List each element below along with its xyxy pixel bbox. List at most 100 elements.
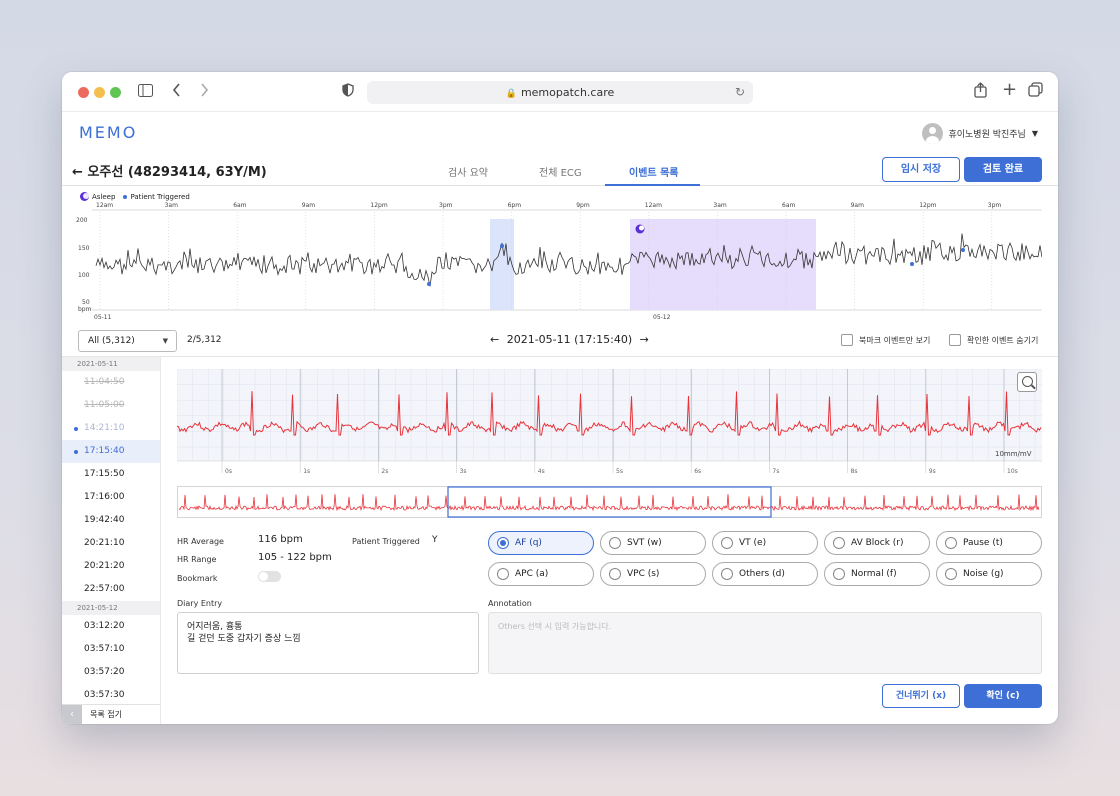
- list-item[interactable]: 19:42:40: [62, 509, 160, 532]
- option-others[interactable]: Others (d): [712, 562, 818, 586]
- radio-icon: [609, 537, 621, 549]
- hr-trend-chart[interactable]: Asleep Patient Triggered 12am 3am 6am 9am 12…: [76, 188, 1043, 324]
- list-item-time: 17:16:00: [84, 492, 125, 502]
- list-item[interactable]: 22:57:00: [62, 578, 160, 601]
- user-menu[interactable]: 휴이노병원 박진주님 ▼: [922, 122, 1038, 144]
- hide-confirmed-checkbox[interactable]: 확인한 이벤트 숨기기: [949, 334, 1038, 346]
- tab-summary[interactable]: 검사 요약: [448, 164, 488, 179]
- patient-triggered-marker[interactable]: [910, 262, 914, 266]
- new-tab-icon[interactable]: +: [1002, 80, 1017, 100]
- list-item[interactable]: 20:21:10: [62, 532, 160, 555]
- list-item[interactable]: 20:21:20: [62, 555, 160, 578]
- skip-button[interactable]: 건너뛰기 (x): [882, 684, 960, 708]
- back-arrow-icon[interactable]: ←: [72, 165, 83, 180]
- overview-plot[interactable]: [177, 486, 1042, 518]
- annotation-input[interactable]: Others 선택 시 입력 가능합니다.: [488, 612, 1042, 674]
- option-label: Normal (f): [851, 569, 897, 579]
- checkbox-box[interactable]: [949, 334, 961, 346]
- confirm-button[interactable]: 확인 (c): [964, 684, 1042, 708]
- ecg-time-label: 4s: [538, 468, 545, 475]
- save-temp-button[interactable]: 임시 저장: [882, 157, 960, 182]
- next-event-arrow-icon[interactable]: →: [640, 333, 649, 346]
- option-label: VT (e): [739, 538, 767, 548]
- patient-triggered-dot-icon: [123, 194, 128, 199]
- trend-time-label: 9am: [851, 202, 864, 209]
- browser-toolbar: 🔒 memopatch.care ↻ +: [62, 72, 1058, 112]
- option-apc[interactable]: APC (a): [488, 562, 594, 586]
- bookmark-only-label: 북마크 이벤트만 보기: [859, 335, 931, 345]
- trend-time-label: 12am: [96, 202, 113, 209]
- zoom-icon[interactable]: [1017, 372, 1037, 392]
- ecg-time-label: 10s: [1007, 468, 1018, 475]
- prev-event-arrow-icon[interactable]: ←: [490, 333, 499, 346]
- browser-window: 🔒 memopatch.care ↻ + MEMO 휴이노병원 박진주님 ▼ ← …: [62, 72, 1058, 724]
- patient-triggered-marker[interactable]: [427, 282, 431, 286]
- list-item-time: 17:15:40: [84, 446, 125, 456]
- collapse-list-button[interactable]: ‹ 목록 접기: [62, 704, 160, 724]
- tab-event-list[interactable]: 이벤트 목록: [629, 164, 678, 179]
- option-pause[interactable]: Pause (t): [936, 531, 1042, 555]
- radio-icon: [721, 568, 733, 580]
- close-window-button[interactable]: [78, 87, 89, 98]
- list-item[interactable]: 17:15:50: [62, 463, 160, 486]
- shield-icon[interactable]: [342, 82, 354, 102]
- list-item-time: 11:05:00: [84, 400, 125, 410]
- hr-range-label: HR Range: [177, 555, 217, 564]
- avatar: [922, 122, 944, 144]
- minimize-window-button[interactable]: [94, 87, 105, 98]
- option-av-block[interactable]: AV Block (r): [824, 531, 930, 555]
- list-item[interactable]: 03:12:20: [62, 615, 160, 638]
- bookmark-only-checkbox[interactable]: 북마크 이벤트만 보기: [841, 334, 930, 346]
- list-item-time: 03:12:20: [84, 621, 125, 631]
- reload-icon[interactable]: ↻: [735, 81, 745, 104]
- back-nav-icon[interactable]: [172, 82, 181, 102]
- patient-triggered-marker[interactable]: [961, 248, 965, 252]
- option-normal[interactable]: Normal (f): [824, 562, 930, 586]
- ecg-strip[interactable]: 0s 1s 2s 3s 4s 5s 6s 7s 8s 9s 10s: [176, 368, 1042, 477]
- y-unit: bpm: [78, 306, 92, 313]
- option-label: Others (d): [739, 569, 785, 579]
- event-datetime: 2021-05-11 (17:15:40): [506, 333, 633, 346]
- sidebar-toggle-icon[interactable]: [138, 82, 153, 102]
- list-item[interactable]: 11:05:00: [62, 394, 160, 417]
- list-item-time: 20:21:20: [84, 561, 125, 571]
- patient-title: 오주선 (48293414, 63Y/M): [87, 165, 267, 180]
- bookmark-toggle[interactable]: [258, 571, 281, 582]
- list-item[interactable]: 03:57:10: [62, 638, 160, 661]
- patient-triggered-marker[interactable]: [500, 244, 504, 248]
- option-vt[interactable]: VT (e): [712, 531, 818, 555]
- list-item[interactable]: 14:21:10: [62, 417, 160, 440]
- ecg-overview[interactable]: [177, 486, 1042, 518]
- y-label-100: 100: [78, 272, 90, 279]
- list-item[interactable]: 11:04:50: [62, 371, 160, 394]
- chevron-down-icon: ▼: [1031, 128, 1038, 138]
- maximize-window-button[interactable]: [110, 87, 121, 98]
- event-type-select[interactable]: All (5,312) ▼: [78, 330, 177, 352]
- list-item-active[interactable]: 17:15:40: [62, 440, 160, 463]
- forward-nav-icon[interactable]: [200, 82, 209, 102]
- ecg-plot[interactable]: 0s 1s 2s 3s 4s 5s 6s 7s 8s 9s 10s: [176, 368, 1042, 477]
- memo-logo[interactable]: MEMO: [79, 123, 137, 142]
- legend-asleep: Asleep: [92, 192, 116, 201]
- tab-full-ecg[interactable]: 전체 ECG: [539, 164, 582, 179]
- review-done-button[interactable]: 검토 완료: [964, 157, 1042, 182]
- list-item[interactable]: 17:16:00: [62, 486, 160, 509]
- option-svt[interactable]: SVT (w): [600, 531, 706, 555]
- checkbox-box[interactable]: [841, 334, 853, 346]
- ecg-time-label: 3s: [460, 468, 467, 475]
- address-bar[interactable]: 🔒 memopatch.care ↻: [367, 81, 753, 104]
- event-time-list[interactable]: 2021-05-11 11:04:50 11:05:00 14:21:10 17…: [62, 357, 161, 724]
- option-noise[interactable]: Noise (g): [936, 562, 1042, 586]
- trend-time-label: 12pm: [919, 202, 936, 209]
- list-date-header: 2021-05-12: [62, 601, 160, 615]
- page-title: ← 오주선 (48293414, 63Y/M): [72, 161, 267, 180]
- radio-icon: [721, 537, 733, 549]
- list-item[interactable]: 03:57:20: [62, 661, 160, 684]
- share-icon[interactable]: [974, 82, 987, 103]
- option-vpc[interactable]: VPC (s): [600, 562, 706, 586]
- hr-trend-line: [95, 233, 1043, 287]
- option-af[interactable]: AF (q): [488, 531, 594, 555]
- trend-plot[interactable]: 12am 3am 6am 9am 12pm 3pm 6pm 9pm 12am 3am 6am 9am 1…: [76, 188, 1043, 324]
- asleep-marker-crescent: [639, 225, 644, 231]
- tab-overview-icon[interactable]: [1028, 82, 1043, 102]
